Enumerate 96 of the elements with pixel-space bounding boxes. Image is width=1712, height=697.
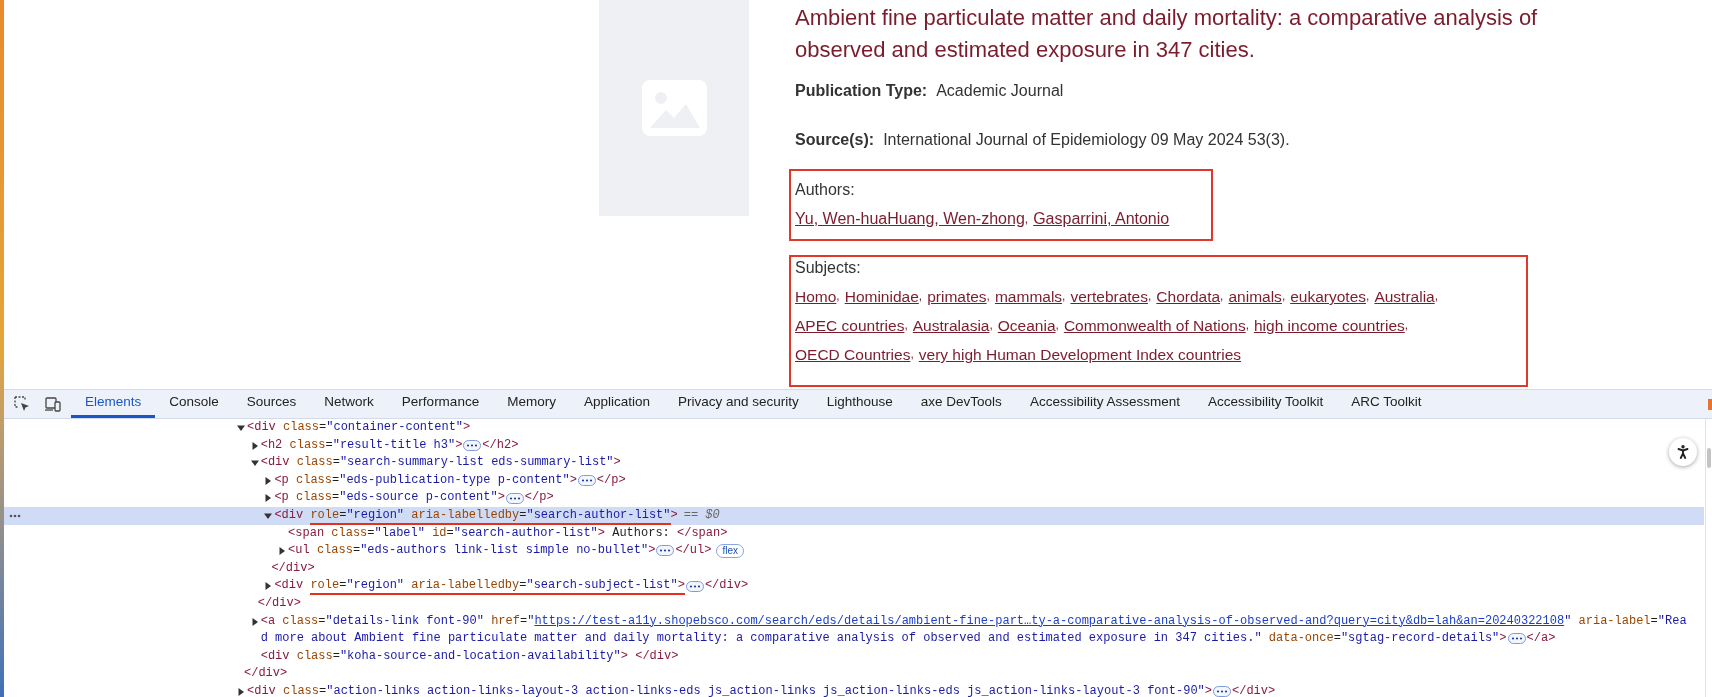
separator: , [910,346,914,363]
selected-node-marker: == $0 [683,506,720,524]
ellipsis-icon[interactable] [685,580,704,592]
field-label: Source(s): [795,130,875,150]
separator: , [1366,288,1370,303]
devtools-tab[interactable]: Application [569,390,664,418]
code-text: <ul class="eds-authors link-list simple no-bullet"> [288,542,656,560]
separator: , [1024,211,1029,228]
separator: , [1434,288,1439,305]
ellipsis-icon[interactable] [505,492,524,504]
separator: , [1148,288,1152,305]
subject-link[interactable]: Australia [1374,282,1435,311]
subject-link[interactable]: Hominidae [844,282,919,311]
separator: , [1281,288,1286,305]
code-text: </div> [244,665,288,683]
code-text: <span class="label" id="search-author-list"> Authors: </span> [288,524,728,542]
code-text: <div role="region" aria-labelledby="search-author-list"> [274,506,678,525]
subject-link[interactable]: Commonwealth of Nations [1063,311,1246,340]
code-text: </div> [257,594,301,612]
code-text: <a class="details-link font-90" href="https://test-a11y.shopebsco.com/search/eds/details/ambient-fine-part…ty-a-comparative-analysis-of-observed-and?query=city&db=lah&an=20240322108" aria-label="Rea [260,612,1687,630]
devtools-tab[interactable]: ARC Toolkit [1337,390,1436,418]
code-text: <p class="eds-source p-content"> [274,489,505,507]
result-title[interactable]: Ambient fine particulate matter and daily mortality: a comparative analysis of observed and estimated exposure in 347 cities. [795,2,1575,66]
code-text: </div> [704,577,749,595]
devtools-tab[interactable]: Accessibility Toolkit [1193,390,1338,418]
separator: , [986,288,990,303]
code-text: <h2 class="result-title h3"> [260,436,463,454]
subject-link[interactable]: vertebrates [1070,282,1148,311]
authors-label: Authors: [795,180,856,200]
devtools-tab[interactable]: Console [155,390,233,418]
expand-arrow-icon[interactable] [264,511,273,520]
devtools-tab[interactable]: Elements [71,390,156,418]
devtools-tab[interactable]: Accessibility Assessment [1015,390,1194,418]
subjects-label: Subjects: [795,258,862,278]
code-text: <div class="search-summary-list eds-summary-list"> [260,454,621,472]
expand-arrow-icon[interactable] [264,476,273,485]
devtools-tab[interactable]: Network [310,390,388,418]
separator: , [1220,288,1224,305]
ellipsis-icon[interactable] [1213,686,1231,697]
expand-arrow-icon[interactable] [264,494,273,503]
flag-icon [1708,399,1712,410]
inspect-icon[interactable] [14,396,30,412]
expand-arrow-icon[interactable] [250,617,259,626]
expand-arrow-icon[interactable] [278,547,287,556]
separator: , [904,317,908,334]
separator: , [1404,317,1409,334]
field-value: Academic Journal [936,81,1064,101]
devtools-tab[interactable]: Memory [493,390,570,418]
code-text: </div> [1232,682,1276,697]
code-text: <p class="eds-publication-type p-content"> [274,471,577,489]
subject-link[interactable]: very high Human Development Index countries [918,340,1241,369]
code-text: d more about Ambient fine particulate matter and daily mortality: a comparative analysis of observed and estimated exposure in 347 cities." data-once="sgtag-record-details"> [260,630,1507,648]
accessibility-button[interactable] [1669,438,1697,466]
expand-arrow-icon[interactable] [250,459,259,468]
more-icon[interactable] [9,513,21,518]
expand-arrow-icon[interactable] [237,424,245,432]
devtools-tab[interactable]: Sources [232,390,311,418]
author-link[interactable]: Yu, Wen-hua [795,208,888,230]
ellipsis-icon[interactable] [1507,633,1526,645]
devtools-tab[interactable]: Lighthouse [812,390,907,418]
separator: , [918,288,923,305]
code-text: </h2> [482,436,519,454]
separator: , [1055,317,1059,334]
code-text: <div class="koha-source-and-location-availability"> </div> [260,647,679,665]
selected-row[interactable]: <div role="region" aria-labelledby="search-author-list"> == $0 [4,506,1704,525]
author-link[interactable]: Gasparrini, Antonio [1033,208,1170,230]
ellipsis-icon[interactable] [463,439,482,451]
field-label: Publication Type: [795,81,928,101]
code-text: </ul> [675,542,712,560]
code-text: </div> [271,559,315,577]
scrollbar[interactable] [1705,419,1712,697]
author-link[interactable]: Huang, Wen-zhong [887,208,1025,230]
ellipsis-icon[interactable] [577,475,596,487]
subject-link[interactable]: Oceania [997,311,1056,340]
code-text: </a> [1526,630,1556,648]
separator: , [989,317,993,334]
separator: , [1245,317,1249,334]
devtools-tab[interactable]: axe DevTools [906,390,1016,418]
subject-link[interactable]: animals [1228,282,1282,311]
code-text: </p> [524,489,554,507]
separator: , [1062,288,1066,305]
devtools-tab[interactable]: Performance [387,390,494,418]
expand-arrow-icon[interactable] [237,687,245,696]
devtools-tab[interactable]: Privacy and security [663,390,813,418]
expand-arrow-icon[interactable] [250,441,259,450]
subject-link[interactable]: primates [927,282,987,311]
code-text: <div role="region" aria-labelledby="search-subject-list"> [274,577,685,595]
ellipsis-icon[interactable] [656,545,675,557]
field-value: International Journal of Epidemiology 09 May 2024 53(3). [883,130,1290,150]
expand-arrow-icon[interactable] [264,582,273,591]
device-toggle-icon[interactable] [44,396,61,412]
code-text: <div class="action-links action-links-layout-3 action-links-eds js_action-links js_action-links-eds js_action-links-layout-3 font-90"> [247,682,1212,697]
subject-link[interactable]: high income countries [1254,311,1405,340]
separator: , [836,288,840,305]
code-text: <div class="container-content"> [247,419,471,436]
code-text: </p> [596,471,626,489]
